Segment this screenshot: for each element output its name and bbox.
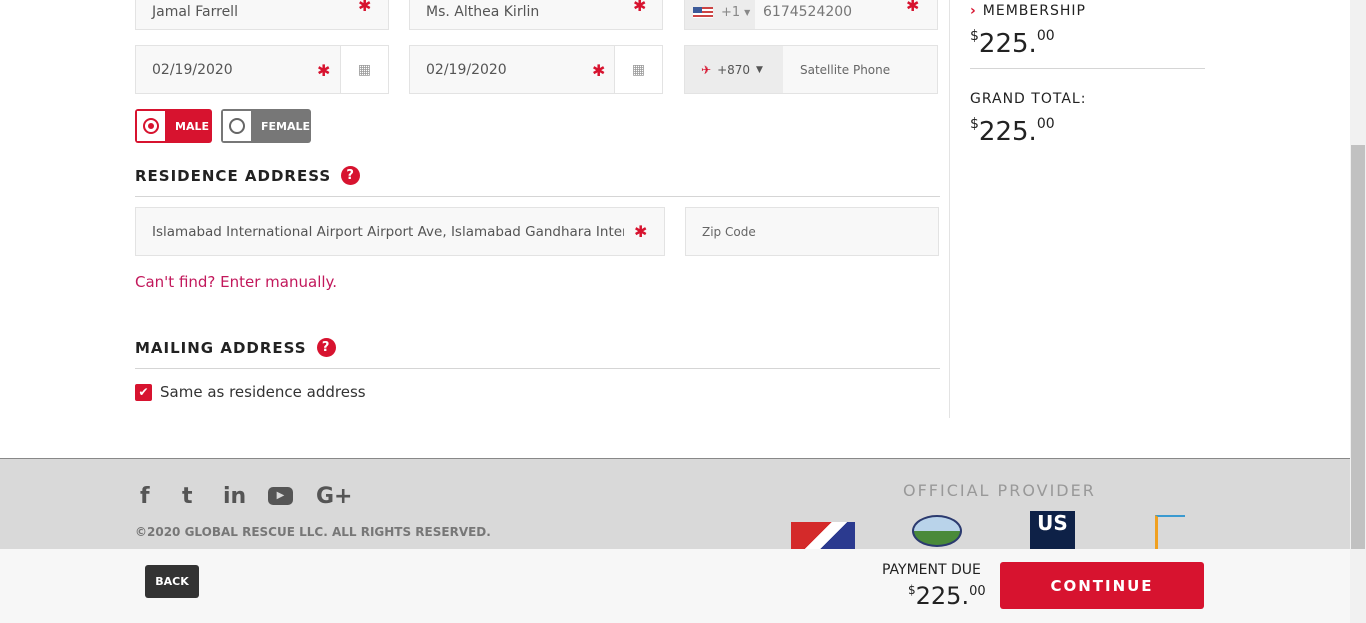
divider — [970, 68, 1205, 69]
residence-address-heading: RESIDENCE ADDRESS? — [135, 166, 361, 185]
official-provider-label: OFFICIAL PROVIDER — [903, 481, 1096, 500]
gender-male-button[interactable]: MALE — [135, 109, 212, 143]
membership-price: $225.00 — [970, 28, 1055, 59]
linkedin-icon[interactable]: in — [223, 484, 246, 509]
address-input[interactable]: Islamabad International Airport Airport … — [135, 207, 665, 256]
grand-total-label: GRAND TOTAL: — [970, 91, 1087, 107]
divider — [135, 196, 940, 197]
satellite-phone-field[interactable]: ✈ +870 ▼ Satellite Phone — [684, 45, 938, 94]
youtube-icon[interactable]: ▶ — [268, 487, 293, 505]
payment-due-label: PAYMENT DUE — [882, 562, 981, 578]
copyright: ©2020 GLOBAL RESCUE LLC. ALL RIGHTS RESE… — [135, 525, 491, 539]
scrollbar[interactable] — [1350, 0, 1366, 623]
country-code-select[interactable]: +1 ▼ — [685, 0, 755, 29]
help-icon[interactable]: ? — [316, 338, 336, 357]
twitter-icon[interactable]: t — [182, 484, 193, 509]
phone-field[interactable]: +1 ▼ 6174524200 — [684, 0, 938, 30]
same-as-residence-checkbox[interactable]: ✔ Same as residence address — [135, 383, 366, 401]
calendar-icon[interactable]: ▦ — [340, 45, 389, 94]
membership-label: › MEMBERSHIP — [970, 3, 1086, 19]
golf-logo — [1155, 515, 1185, 549]
continue-button[interactable]: CONTINUE — [1000, 562, 1204, 609]
payment-due-price: $225.00 — [908, 582, 986, 610]
required-icon: ✱ — [358, 0, 372, 15]
required-icon: ✱ — [633, 0, 647, 15]
zip-code-input[interactable]: Zip Code — [685, 207, 939, 256]
summary-divider — [949, 0, 950, 418]
satellite-icon: ✈ — [701, 62, 712, 77]
explorers-club-logo — [791, 522, 855, 549]
mailing-address-heading: MAILING ADDRESS? — [135, 338, 336, 357]
mountain-logo — [912, 515, 962, 547]
back-button[interactable]: BACK — [145, 565, 199, 598]
end-date-field[interactable]: 02/19/2020 — [409, 45, 615, 94]
us-ski-team-logo: US — [1030, 511, 1075, 549]
calendar-icon[interactable]: ▦ — [614, 45, 663, 94]
required-icon: ✱ — [317, 61, 331, 80]
radio-selected-icon — [137, 111, 165, 141]
grand-total-price: $225.00 — [970, 116, 1055, 147]
required-icon: ✱ — [634, 222, 648, 241]
traveler-name-field[interactable]: Jamal Farrell — [135, 0, 389, 30]
facebook-icon[interactable]: f — [140, 484, 150, 509]
chevron-right-icon: › — [970, 3, 977, 19]
google-plus-icon[interactable]: G+ — [316, 484, 353, 509]
checkbox-checked-icon: ✔ — [135, 383, 152, 401]
required-icon: ✱ — [592, 61, 606, 80]
satellite-code-select[interactable]: ✈ +870 ▼ — [685, 46, 783, 93]
contact-name-field[interactable]: Ms. Althea Kirlin — [409, 0, 663, 30]
start-date-field[interactable]: 02/19/2020 — [135, 45, 341, 94]
help-icon[interactable]: ? — [341, 166, 361, 185]
radio-unselected-icon — [223, 111, 251, 141]
us-flag-icon — [693, 6, 713, 18]
enter-manually-link[interactable]: Can't find? Enter manually. — [135, 273, 337, 291]
gender-female-button[interactable]: FEMALE — [221, 109, 311, 143]
required-icon: ✱ — [906, 0, 920, 15]
scrollbar-thumb[interactable] — [1351, 145, 1365, 549]
divider — [135, 368, 940, 369]
